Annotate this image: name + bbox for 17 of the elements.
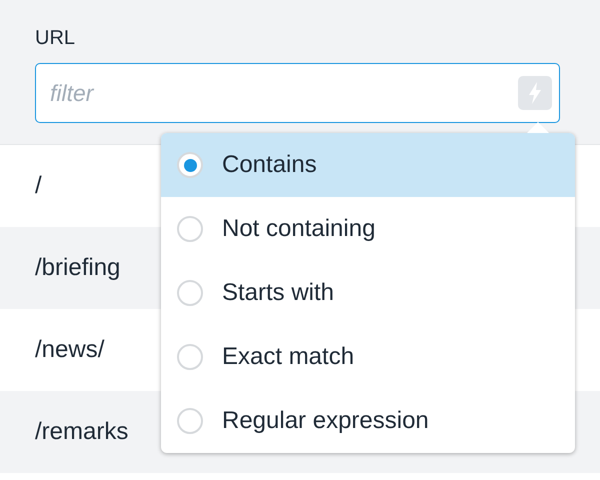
filter-field[interactable]: filter <box>35 63 560 123</box>
menu-option[interactable]: Regular expression <box>161 389 575 453</box>
radio-button[interactable] <box>177 152 203 178</box>
radio-button[interactable] <box>177 280 203 306</box>
url-cell: /remarks <box>35 418 128 446</box>
menu-option[interactable]: Not containing <box>161 197 575 261</box>
menu-option[interactable]: Exact match <box>161 325 575 389</box>
url-cell: /briefing <box>35 254 120 282</box>
menu-option[interactable]: Contains <box>161 133 575 197</box>
radio-button[interactable] <box>177 344 203 370</box>
menu-option[interactable]: Starts with <box>161 261 575 325</box>
field-label: URL <box>35 26 76 50</box>
radio-button[interactable] <box>177 216 203 242</box>
radio-button[interactable] <box>177 408 203 434</box>
url-cell: / <box>35 172 42 200</box>
lightning-icon[interactable] <box>518 76 552 110</box>
url-cell: /news/ <box>35 336 104 364</box>
